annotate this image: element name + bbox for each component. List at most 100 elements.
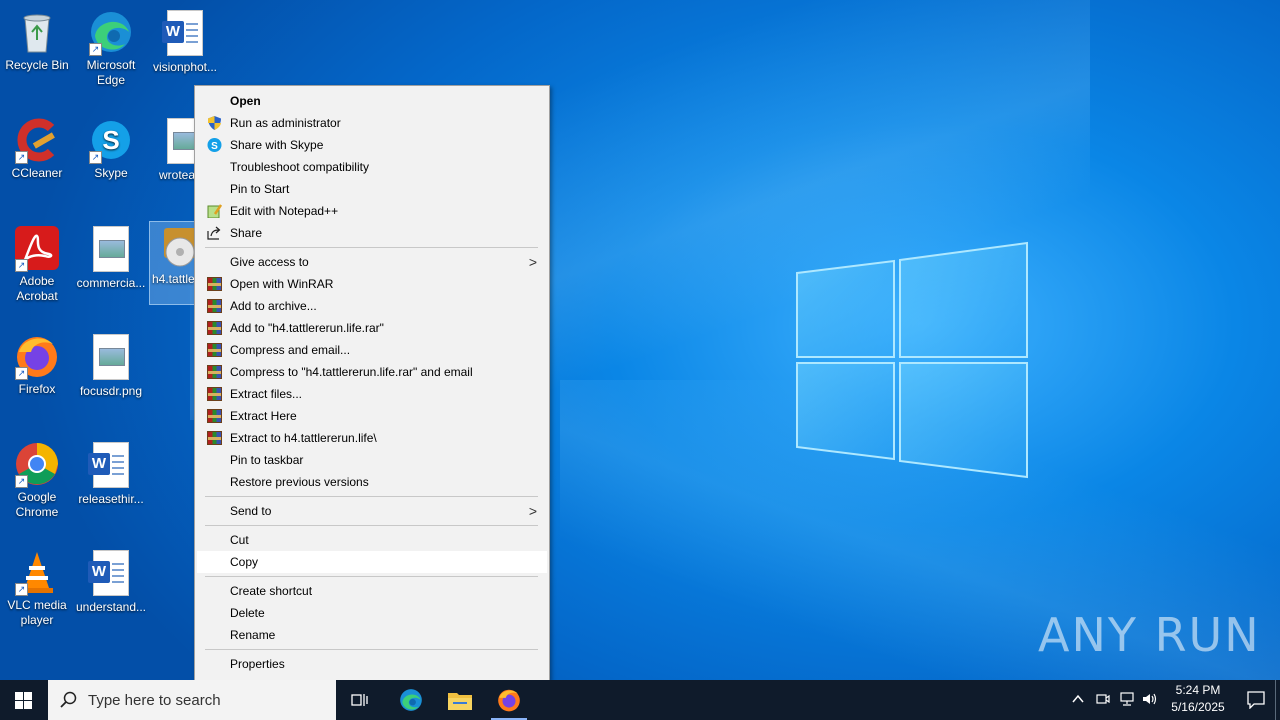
notification-icon — [1247, 691, 1265, 709]
task-view-button[interactable] — [338, 680, 382, 720]
clock-time: 5:24 PM — [1175, 683, 1221, 697]
menu-item-extract-to-folder[interactable]: Extract to h4.tattlererun.life\ — [197, 427, 547, 449]
winrar-icon — [207, 387, 222, 401]
chevron-up-icon — [1072, 694, 1084, 703]
winrar-icon — [207, 431, 222, 445]
firefox-icon: ↗ — [13, 332, 61, 380]
windows-start-icon — [15, 692, 32, 709]
volume-button[interactable] — [1142, 692, 1158, 709]
winrar-icon — [207, 277, 222, 291]
menu-item-delete[interactable]: Delete — [197, 602, 547, 624]
desktop-icon-visionphot[interactable]: W visionphot... — [148, 8, 222, 75]
desktop-icon-google-chrome[interactable]: ↗ Google Chrome — [0, 440, 74, 520]
desktop-icon-label: releasethir... — [78, 492, 144, 506]
taskbar-search-box[interactable]: Type here to search — [48, 680, 336, 720]
menu-item-label: Cut — [230, 533, 249, 547]
menu-item-label: Run as administrator — [230, 116, 341, 130]
network-button[interactable] — [1119, 692, 1135, 709]
menu-item-label: Open with WinRAR — [230, 277, 334, 291]
show-hidden-icons-button[interactable] — [1071, 692, 1085, 709]
menu-item-label: Open — [230, 94, 261, 108]
menu-item-troubleshoot-compatibility[interactable]: Troubleshoot compatibility — [197, 156, 547, 178]
menu-item-label: Troubleshoot compatibility — [230, 160, 369, 174]
menu-item-properties[interactable]: Properties — [197, 653, 547, 675]
menu-item-rename[interactable]: Rename — [197, 624, 547, 646]
menu-item-create-shortcut[interactable]: Create shortcut — [197, 580, 547, 602]
desktop-icon-firefox[interactable]: ↗ Firefox — [0, 332, 74, 397]
word-document-icon: W — [87, 442, 135, 490]
menu-item-cut[interactable]: Cut — [197, 529, 547, 551]
desktop-icon-label: commercia... — [76, 276, 146, 290]
desktop-icon-label: visionphot... — [152, 60, 218, 74]
menu-item-open[interactable]: Open — [197, 90, 547, 112]
taskbar-edge-button[interactable] — [388, 680, 434, 720]
chrome-icon: ↗ — [13, 440, 61, 488]
desktop-icon-adobe-acrobat[interactable]: ↗ Adobe Acrobat — [0, 224, 74, 304]
menu-item-label: Extract to h4.tattlererun.life\ — [230, 431, 377, 445]
skype-icon: S ↗ — [87, 116, 135, 164]
clock-date: 5/16/2025 — [1171, 700, 1225, 714]
desktop-icon-h4-tattlererun-life-exe[interactable]: h4.tattle...life.e... — [149, 221, 197, 305]
submenu-chevron-icon: > — [528, 254, 537, 270]
desktop-icon-label: Adobe Acrobat — [16, 274, 58, 303]
shortcut-arrow-icon: ↗ — [15, 367, 28, 380]
desktop-icon-recycle-bin[interactable]: Recycle Bin — [0, 8, 74, 73]
desktop-icon-releasethir[interactable]: W releasethir... — [74, 440, 148, 507]
menu-item-give-access-to[interactable]: Give access to > — [197, 251, 547, 273]
taskbar-clock[interactable]: 5:24 PM 5/16/2025 — [1160, 682, 1236, 716]
menu-item-open-with-winrar[interactable]: Open with WinRAR — [197, 273, 547, 295]
menu-item-label: Share — [230, 226, 263, 240]
menu-item-label: Properties — [230, 657, 285, 671]
notepadpp-icon — [207, 204, 222, 218]
menu-item-label: Create shortcut — [230, 584, 313, 598]
menu-item-send-to[interactable]: Send to > — [197, 500, 547, 522]
edge-icon: ↗ — [87, 8, 135, 56]
anyrun-watermark: ANY RUN — [1038, 608, 1261, 662]
start-button[interactable] — [0, 680, 48, 720]
menu-item-copy[interactable]: Copy — [197, 551, 547, 573]
winrar-icon — [207, 299, 222, 313]
menu-item-run-as-administrator[interactable]: Run as administrator — [197, 112, 547, 134]
desktop-icon-vlc[interactable]: ↗ VLC media player — [0, 548, 74, 628]
menu-item-label: Compress and email... — [230, 343, 351, 357]
show-desktop-button[interactable] — [1275, 680, 1276, 720]
menu-item-restore-previous-versions[interactable]: Restore previous versions — [197, 471, 547, 493]
winrar-icon — [207, 343, 222, 357]
menu-item-pin-to-taskbar[interactable]: Pin to taskbar — [197, 449, 547, 471]
desktop-icon-commercia[interactable]: commercia... — [74, 224, 148, 291]
edge-icon — [400, 689, 422, 711]
meet-now-button[interactable] — [1096, 692, 1110, 709]
menu-item-add-to-archive[interactable]: Add to archive... — [197, 295, 547, 317]
taskbar-firefox-button[interactable] — [486, 680, 532, 720]
menu-item-compress-and-email[interactable]: Compress and email... — [197, 339, 547, 361]
desktop-icon-ccleaner[interactable]: ↗ CCleaner — [0, 116, 74, 181]
menu-item-pin-to-start[interactable]: Pin to Start — [197, 178, 547, 200]
menu-item-compress-to-rar-and-email[interactable]: Compress to "h4.tattlererun.life.rar" an… — [197, 361, 547, 383]
taskbar-file-explorer-button[interactable] — [437, 680, 483, 720]
desktop-icon-understand[interactable]: W understand... — [74, 548, 148, 615]
menu-separator — [205, 496, 538, 497]
menu-separator — [205, 525, 538, 526]
shortcut-arrow-icon: ↗ — [89, 151, 102, 164]
shortcut-arrow-icon: ↗ — [89, 43, 102, 56]
image-file-icon — [87, 226, 135, 274]
winrar-icon — [207, 409, 222, 423]
menu-item-share[interactable]: Share — [197, 222, 547, 244]
winrar-icon — [207, 365, 222, 379]
desktop-icon-skype[interactable]: S ↗ Skype — [74, 116, 148, 181]
menu-item-extract-here[interactable]: Extract Here — [197, 405, 547, 427]
volume-icon — [1143, 693, 1157, 705]
taskbar: Type here to search 5:24 PM 5/16/2025 — [0, 680, 1280, 720]
acrobat-icon: ↗ — [13, 224, 61, 272]
desktop-icon-edge[interactable]: ↗ Microsoft Edge — [74, 8, 148, 88]
menu-item-extract-files[interactable]: Extract files... — [197, 383, 547, 405]
menu-separator — [205, 247, 538, 248]
search-placeholder: Type here to search — [88, 692, 221, 709]
menu-item-share-with-skype[interactable]: S Share with Skype — [197, 134, 547, 156]
menu-item-label: Compress to "h4.tattlererun.life.rar" an… — [230, 365, 473, 379]
desktop-icon-label: understand... — [75, 600, 147, 614]
menu-item-edit-with-notepadpp[interactable]: Edit with Notepad++ — [197, 200, 547, 222]
desktop-icon-focusdr[interactable]: focusdr.png — [74, 332, 148, 399]
menu-item-add-to-rar[interactable]: Add to "h4.tattlererun.life.rar" — [197, 317, 547, 339]
action-center-button[interactable] — [1236, 680, 1274, 720]
